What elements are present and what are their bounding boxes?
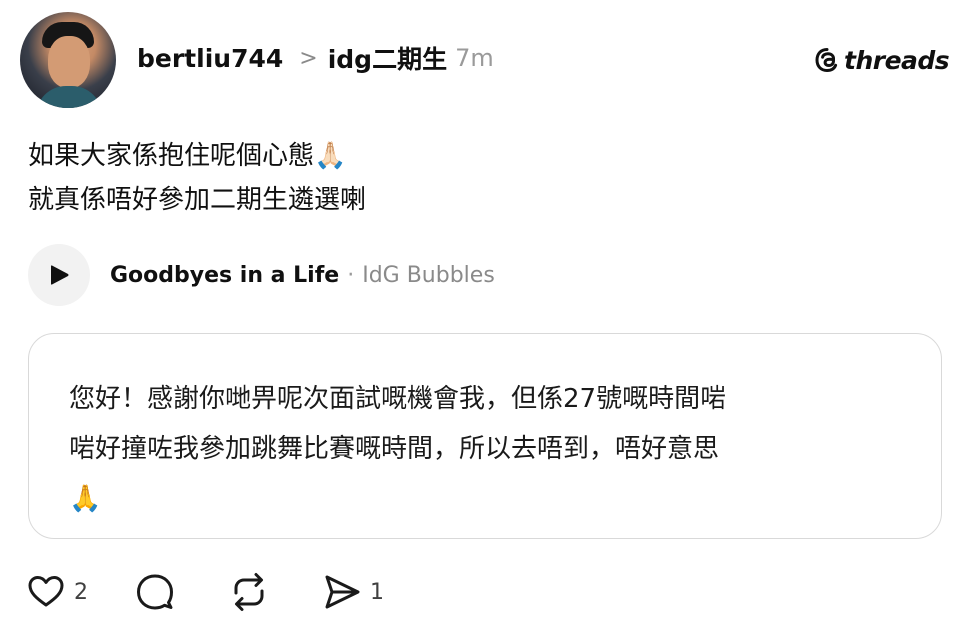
message-line: 🙏 xyxy=(69,484,102,514)
like-count: 2 xyxy=(74,579,88,605)
threads-logo: threads xyxy=(814,42,950,78)
artist-name: IdG Bubbles xyxy=(362,262,495,288)
quoted-message-card[interactable]: 您好！感謝你哋畀呢次面試嘅機會我，但係27號嘅時間啱 啱好撞咗我參加跳舞比賽嘅時… xyxy=(28,333,942,539)
repost-button[interactable] xyxy=(228,571,270,613)
comment-icon xyxy=(137,574,173,610)
play-button[interactable] xyxy=(28,244,90,306)
share-count: 1 xyxy=(370,579,384,605)
post-line: 如果大家係抱住呢個心態🙏🏻 xyxy=(28,141,347,171)
send-icon xyxy=(325,575,360,609)
chevron-right-icon: > xyxy=(299,45,318,71)
reply-button[interactable] xyxy=(134,571,176,613)
threads-wordmark: threads xyxy=(844,45,950,75)
song-title: Goodbyes in a Life xyxy=(110,262,340,288)
username-link[interactable]: bertliu744 xyxy=(137,44,283,73)
avatar[interactable] xyxy=(20,12,116,108)
threads-logo-icon xyxy=(815,48,838,73)
quoted-message-text: 您好！感謝你哋畀呢次面試嘅機會我，但係27號嘅時間啱 啱好撞咗我參加跳舞比賽嘅時… xyxy=(69,374,726,524)
music-attachment[interactable]: Goodbyes in a Life · IdG Bubbles xyxy=(28,244,495,306)
message-line: 您好！感謝你哋畀呢次面試嘅機會我，但係27號嘅時間啱 xyxy=(69,384,727,414)
threads-post: bertliu744 > idg二期生 7m threads 如果大家係抱住呢個… xyxy=(0,0,972,630)
share-button[interactable]: 1 xyxy=(322,572,384,612)
post-body: 如果大家係抱住呢個心態🙏🏻 就真係唔好參加二期生遴選喇 xyxy=(28,134,366,222)
separator-dot: · xyxy=(347,262,355,288)
like-button[interactable]: 2 xyxy=(26,572,88,612)
repost-icon xyxy=(234,573,264,611)
timestamp: 7m xyxy=(455,44,494,72)
message-line: 啱好撞咗我參加跳舞比賽嘅時間，所以去唔到，唔好意思 xyxy=(69,434,720,464)
heart-icon xyxy=(28,576,64,607)
play-icon xyxy=(51,265,69,285)
post-header: bertliu744 > idg二期生 7m xyxy=(137,38,494,78)
group-link[interactable]: idg二期生 xyxy=(328,40,447,76)
post-line: 就真係唔好參加二期生遴選喇 xyxy=(28,185,367,215)
action-bar: 2 1 xyxy=(26,570,384,614)
